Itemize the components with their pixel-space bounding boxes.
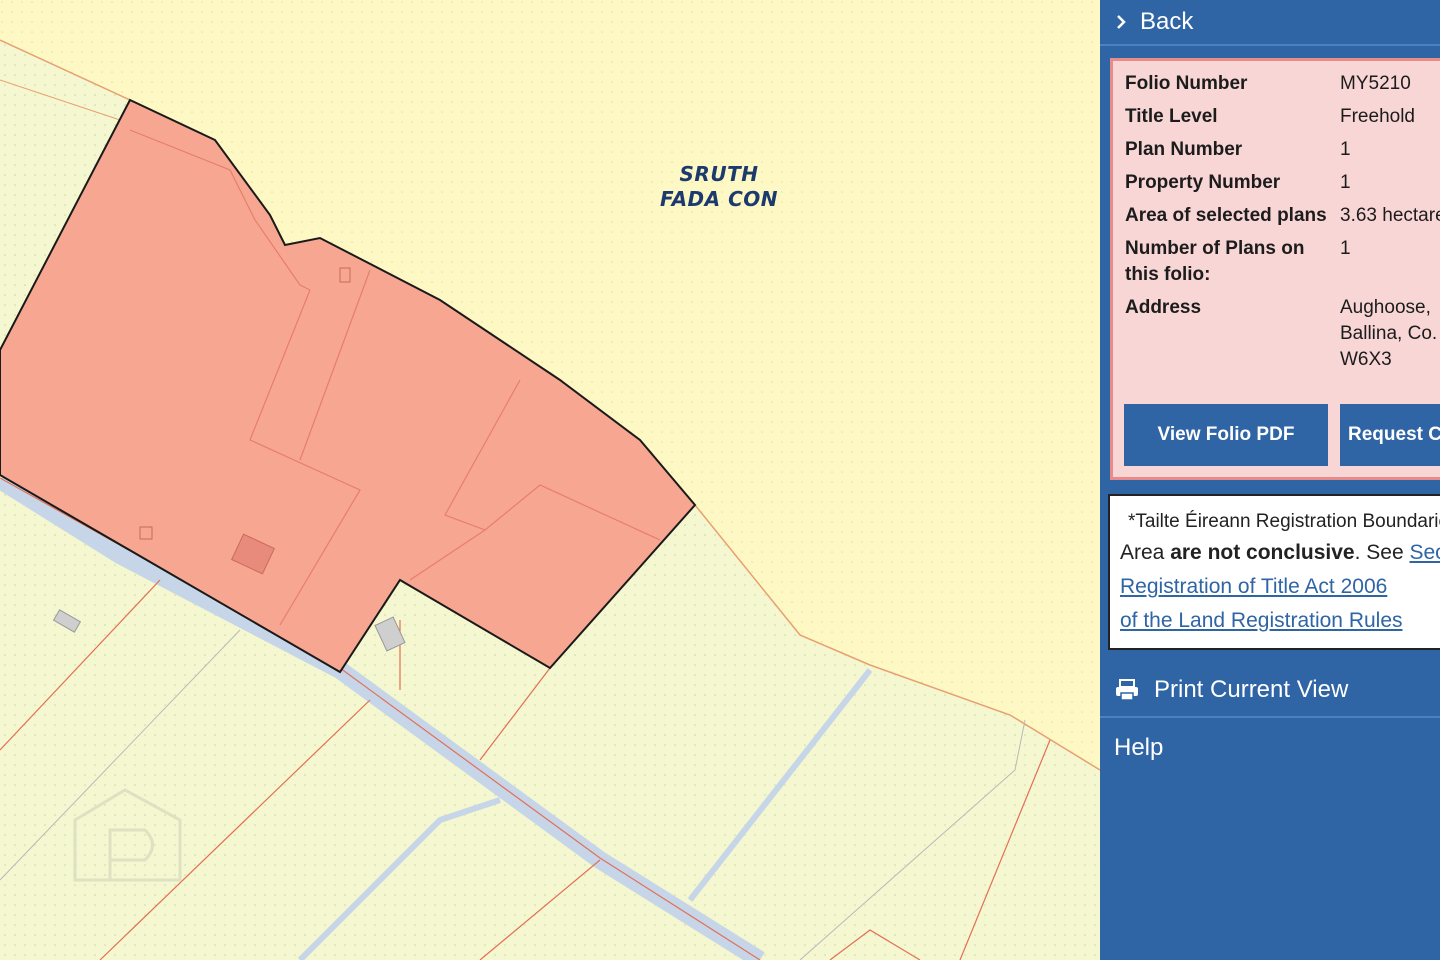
- row-value: Freehold: [1340, 106, 1415, 127]
- print-label: Print Current View: [1154, 676, 1349, 703]
- row-key: Number of Plans on this folio:: [1125, 238, 1305, 285]
- row-title-level: Title Level Freehold: [1125, 104, 1440, 130]
- row-key: Property Number: [1125, 172, 1281, 193]
- row-plan-number: Plan Number 1: [1125, 137, 1440, 163]
- folio-info-table: Folio Number MY5210 Title Level Freehold…: [1125, 71, 1440, 380]
- back-button[interactable]: Back: [1100, 0, 1440, 46]
- printer-icon: [1114, 678, 1140, 702]
- row-area: Area of selected plans 3.63 hectares: [1125, 203, 1440, 229]
- map-label-line2: FADA CON: [660, 187, 778, 211]
- section-link[interactable]: Sec: [1409, 541, 1440, 564]
- print-current-view-button[interactable]: Print Current View: [1100, 664, 1440, 718]
- map-view[interactable]: SRUTH FADA CON: [0, 0, 1100, 960]
- notice-line2: Area are not conclusive. See Sec: [1120, 536, 1440, 570]
- row-key: Title Level: [1125, 106, 1218, 127]
- row-property-number: Property Number 1: [1125, 170, 1440, 196]
- chevron-right-icon: [1110, 11, 1132, 33]
- row-value: Aughoose, Ballina, Co. W6X3: [1340, 297, 1438, 370]
- request-button[interactable]: Request C: [1340, 404, 1440, 466]
- row-key: Address: [1125, 297, 1202, 318]
- registration-act-link[interactable]: Registration of Title Act 2006: [1120, 575, 1387, 598]
- view-folio-pdf-button[interactable]: View Folio PDF: [1124, 404, 1328, 466]
- row-key: Area of selected plans: [1125, 205, 1327, 226]
- row-value: 1: [1340, 172, 1351, 193]
- row-value: 1: [1340, 139, 1351, 160]
- row-key: Folio Number: [1125, 73, 1248, 94]
- row-key: Plan Number: [1125, 139, 1243, 160]
- registration-rules-link[interactable]: of the Land Registration Rules: [1120, 609, 1403, 632]
- back-label: Back: [1140, 8, 1194, 35]
- map-canvas[interactable]: SRUTH FADA CON: [0, 0, 1100, 960]
- row-number-of-plans: Number of Plans on this folio: 1: [1125, 236, 1440, 288]
- folio-panel: Back Folio Number MY5210 Title Level Fre…: [1100, 0, 1440, 960]
- map-label-line1: SRUTH: [680, 162, 759, 186]
- row-folio-number: Folio Number MY5210: [1125, 71, 1440, 97]
- notice-bold-text: are not conclusive: [1170, 541, 1355, 564]
- help-label: Help: [1114, 734, 1164, 761]
- row-value: 3.63 hectares: [1340, 205, 1440, 226]
- folio-info-box: Folio Number MY5210 Title Level Freehold…: [1110, 58, 1440, 480]
- registration-notice: *Tailte Éireann Registration Boundaries …: [1108, 494, 1440, 650]
- notice-text-pre: Area: [1120, 541, 1171, 564]
- row-address: Address Aughoose, Ballina, Co. W6X3: [1125, 295, 1440, 373]
- notice-text-post: . See: [1354, 541, 1410, 564]
- row-value: MY5210: [1340, 73, 1411, 94]
- row-value: 1: [1340, 238, 1351, 259]
- help-button[interactable]: Help: [1100, 722, 1440, 774]
- notice-line1: *Tailte Éireann Registration Boundaries: [1128, 511, 1440, 532]
